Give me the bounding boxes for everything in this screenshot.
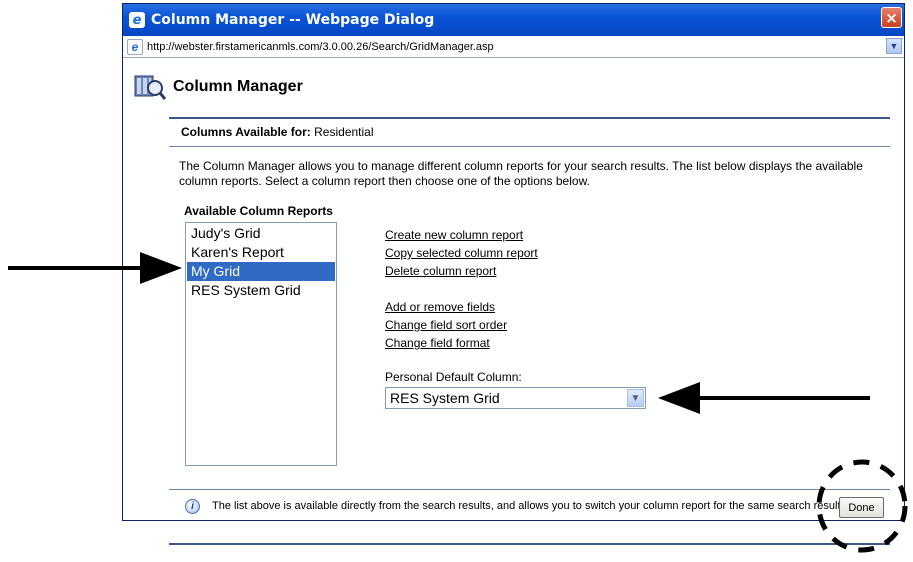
arrow-right-icon — [8, 252, 182, 284]
arrow-left-icon — [658, 382, 870, 414]
annotation-overlay — [8, 252, 908, 553]
dashed-circle-icon — [816, 459, 908, 553]
